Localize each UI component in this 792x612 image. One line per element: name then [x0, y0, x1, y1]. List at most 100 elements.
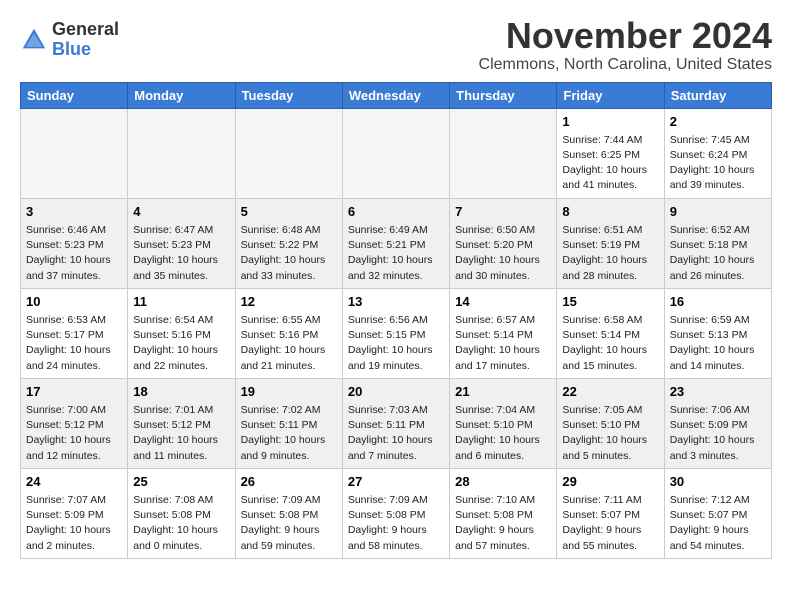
- calendar-cell: 23 Sunrise: 7:06 AM Sunset: 5:09 PM Dayli…: [664, 378, 771, 468]
- weekday-header-friday: Friday: [557, 82, 664, 108]
- day-info: Sunrise: 7:01 AM Sunset: 5:12 PM Dayligh…: [133, 403, 229, 464]
- day-info: Sunrise: 6:54 AM Sunset: 5:16 PM Dayligh…: [133, 313, 229, 374]
- calendar-cell: 18 Sunrise: 7:01 AM Sunset: 5:12 PM Dayli…: [128, 378, 235, 468]
- calendar-cell: 6Sunrise: 6:49 AM Sunset: 5:21 PM Daylig…: [342, 198, 449, 288]
- calendar-cell: 27 Sunrise: 7:09 AM Sunset: 5:08 PM Dayli…: [342, 468, 449, 558]
- calendar-cell: 25Sunrise: 7:08 AM Sunset: 5:08 PM Dayli…: [128, 468, 235, 558]
- day-number: 17: [26, 383, 122, 401]
- calendar-cell: 21 Sunrise: 7:04 AM Sunset: 5:10 PM Dayli…: [450, 378, 557, 468]
- calendar-cell: 9 Sunrise: 6:52 AM Sunset: 5:18 PM Daylig…: [664, 198, 771, 288]
- calendar-cell: 1 Sunrise: 7:44 AM Sunset: 6:25 PM Daylig…: [557, 108, 664, 198]
- weekday-header-saturday: Saturday: [664, 82, 771, 108]
- calendar-cell: 7 Sunrise: 6:50 AM Sunset: 5:20 PM Daylig…: [450, 198, 557, 288]
- day-info: Sunrise: 7:12 AM Sunset: 5:07 PM Dayligh…: [670, 493, 766, 554]
- calendar-cell: 4Sunrise: 6:47 AM Sunset: 5:23 PM Daylig…: [128, 198, 235, 288]
- weekday-header-thursday: Thursday: [450, 82, 557, 108]
- day-number: 16: [670, 293, 766, 311]
- header: General Blue November 2024 Clemmons, Nor…: [20, 16, 772, 74]
- day-info: Sunrise: 7:11 AM Sunset: 5:07 PM Dayligh…: [562, 493, 658, 554]
- calendar-cell: [21, 108, 128, 198]
- calendar-cell: [128, 108, 235, 198]
- week-row-2: 3 Sunrise: 6:46 AM Sunset: 5:23 PM Daylig…: [21, 198, 772, 288]
- day-info: Sunrise: 6:59 AM Sunset: 5:13 PM Dayligh…: [670, 313, 766, 374]
- day-info: Sunrise: 6:51 AM Sunset: 5:19 PM Dayligh…: [562, 223, 658, 284]
- calendar-cell: 22Sunrise: 7:05 AM Sunset: 5:10 PM Dayli…: [557, 378, 664, 468]
- day-number: 26: [241, 473, 337, 491]
- page: General Blue November 2024 Clemmons, Nor…: [0, 0, 792, 569]
- day-number: 11: [133, 293, 229, 311]
- day-info: Sunrise: 7:10 AM Sunset: 5:08 PM Dayligh…: [455, 493, 551, 554]
- calendar-cell: [235, 108, 342, 198]
- day-number: 1: [562, 113, 658, 131]
- week-row-5: 24Sunrise: 7:07 AM Sunset: 5:09 PM Dayli…: [21, 468, 772, 558]
- calendar-cell: 5Sunrise: 6:48 AM Sunset: 5:22 PM Daylig…: [235, 198, 342, 288]
- day-info: Sunrise: 6:56 AM Sunset: 5:15 PM Dayligh…: [348, 313, 444, 374]
- day-number: 15: [562, 293, 658, 311]
- calendar-cell: 16 Sunrise: 6:59 AM Sunset: 5:13 PM Dayli…: [664, 288, 771, 378]
- calendar-cell: 3 Sunrise: 6:46 AM Sunset: 5:23 PM Daylig…: [21, 198, 128, 288]
- day-info: Sunrise: 7:03 AM Sunset: 5:11 PM Dayligh…: [348, 403, 444, 464]
- day-number: 20: [348, 383, 444, 401]
- calendar-cell: 12Sunrise: 6:55 AM Sunset: 5:16 PM Dayli…: [235, 288, 342, 378]
- day-number: 14: [455, 293, 551, 311]
- day-number: 7: [455, 203, 551, 221]
- logo-icon: [20, 26, 48, 54]
- calendar-table: SundayMondayTuesdayWednesdayThursdayFrid…: [20, 82, 772, 559]
- day-info: Sunrise: 6:52 AM Sunset: 5:18 PM Dayligh…: [670, 223, 766, 284]
- day-info: Sunrise: 7:02 AM Sunset: 5:11 PM Dayligh…: [241, 403, 337, 464]
- day-number: 13: [348, 293, 444, 311]
- day-info: Sunrise: 6:46 AM Sunset: 5:23 PM Dayligh…: [26, 223, 122, 284]
- logo-blue: Blue: [52, 40, 119, 60]
- calendar-cell: 20 Sunrise: 7:03 AM Sunset: 5:11 PM Dayli…: [342, 378, 449, 468]
- day-number: 2: [670, 113, 766, 131]
- day-number: 30: [670, 473, 766, 491]
- day-number: 9: [670, 203, 766, 221]
- day-number: 27: [348, 473, 444, 491]
- day-number: 29: [562, 473, 658, 491]
- title-block: November 2024 Clemmons, North Carolina, …: [479, 16, 772, 74]
- day-info: Sunrise: 6:57 AM Sunset: 5:14 PM Dayligh…: [455, 313, 551, 374]
- weekday-header-wednesday: Wednesday: [342, 82, 449, 108]
- day-number: 5: [241, 203, 337, 221]
- calendar-cell: [450, 108, 557, 198]
- weekday-header-row: SundayMondayTuesdayWednesdayThursdayFrid…: [21, 82, 772, 108]
- calendar-cell: 8 Sunrise: 6:51 AM Sunset: 5:19 PM Daylig…: [557, 198, 664, 288]
- day-info: Sunrise: 6:50 AM Sunset: 5:20 PM Dayligh…: [455, 223, 551, 284]
- week-row-3: 10 Sunrise: 6:53 AM Sunset: 5:17 PM Dayli…: [21, 288, 772, 378]
- calendar-cell: 14 Sunrise: 6:57 AM Sunset: 5:14 PM Dayli…: [450, 288, 557, 378]
- day-number: 19: [241, 383, 337, 401]
- day-number: 24: [26, 473, 122, 491]
- day-info: Sunrise: 6:55 AM Sunset: 5:16 PM Dayligh…: [241, 313, 337, 374]
- day-number: 21: [455, 383, 551, 401]
- day-number: 3: [26, 203, 122, 221]
- calendar-cell: 10 Sunrise: 6:53 AM Sunset: 5:17 PM Dayli…: [21, 288, 128, 378]
- day-info: Sunrise: 6:58 AM Sunset: 5:14 PM Dayligh…: [562, 313, 658, 374]
- day-info: Sunrise: 7:44 AM Sunset: 6:25 PM Dayligh…: [562, 133, 658, 194]
- calendar-cell: 29 Sunrise: 7:11 AM Sunset: 5:07 PM Dayli…: [557, 468, 664, 558]
- day-info: Sunrise: 7:04 AM Sunset: 5:10 PM Dayligh…: [455, 403, 551, 464]
- calendar-cell: 15 Sunrise: 6:58 AM Sunset: 5:14 PM Dayli…: [557, 288, 664, 378]
- weekday-header-sunday: Sunday: [21, 82, 128, 108]
- day-info: Sunrise: 7:09 AM Sunset: 5:08 PM Dayligh…: [348, 493, 444, 554]
- calendar-cell: 13 Sunrise: 6:56 AM Sunset: 5:15 PM Dayli…: [342, 288, 449, 378]
- weekday-header-tuesday: Tuesday: [235, 82, 342, 108]
- day-number: 18: [133, 383, 229, 401]
- day-number: 23: [670, 383, 766, 401]
- calendar-cell: 28Sunrise: 7:10 AM Sunset: 5:08 PM Dayli…: [450, 468, 557, 558]
- calendar-cell: 24Sunrise: 7:07 AM Sunset: 5:09 PM Dayli…: [21, 468, 128, 558]
- day-info: Sunrise: 6:53 AM Sunset: 5:17 PM Dayligh…: [26, 313, 122, 374]
- calendar-cell: 11 Sunrise: 6:54 AM Sunset: 5:16 PM Dayli…: [128, 288, 235, 378]
- day-info: Sunrise: 7:05 AM Sunset: 5:10 PM Dayligh…: [562, 403, 658, 464]
- day-info: Sunrise: 7:45 AM Sunset: 6:24 PM Dayligh…: [670, 133, 766, 194]
- logo-text: General Blue: [52, 20, 119, 60]
- logo: General Blue: [20, 20, 119, 60]
- calendar-cell: [342, 108, 449, 198]
- location: Clemmons, North Carolina, United States: [479, 56, 772, 74]
- day-number: 6: [348, 203, 444, 221]
- day-info: Sunrise: 7:06 AM Sunset: 5:09 PM Dayligh…: [670, 403, 766, 464]
- day-number: 10: [26, 293, 122, 311]
- month-title: November 2024: [479, 16, 772, 56]
- calendar-cell: 19 Sunrise: 7:02 AM Sunset: 5:11 PM Dayli…: [235, 378, 342, 468]
- week-row-1: 1 Sunrise: 7:44 AM Sunset: 6:25 PM Daylig…: [21, 108, 772, 198]
- day-number: 8: [562, 203, 658, 221]
